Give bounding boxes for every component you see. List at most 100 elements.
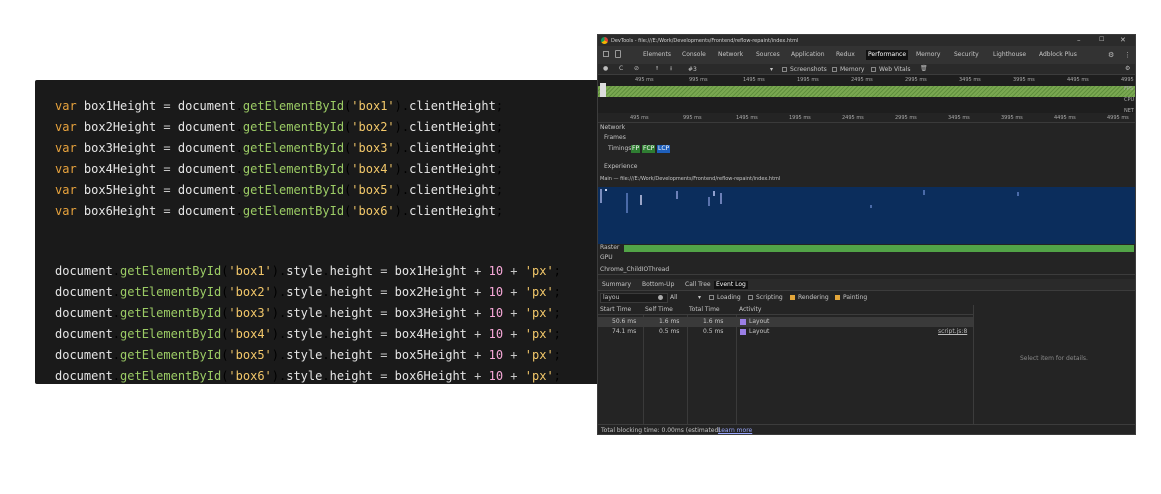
property-token: style [286, 285, 323, 299]
clear-icon[interactable]: ⊘ [634, 65, 639, 73]
timings-track-label[interactable]: Timings [608, 145, 631, 153]
operator-token: = [380, 369, 388, 383]
property-token: clientHeight [409, 204, 496, 218]
maximize-button[interactable]: ☐ [1099, 36, 1104, 44]
flame-event-bar[interactable] [1017, 192, 1019, 196]
more-options-icon[interactable]: ⋮ [1124, 51, 1131, 59]
timeline-overview[interactable]: 495 ms 995 ms 1495 ms 1995 ms 2495 ms 2995 ms… [598, 75, 1135, 114]
code-line: var box3Height = document.getElementById… [55, 141, 504, 155]
filter-all-label: All [670, 294, 678, 301]
experience-track-label[interactable]: Experience [604, 163, 637, 171]
bottom-tab-summary[interactable]: Summary [602, 281, 631, 289]
device-toolbar-icon[interactable] [615, 50, 621, 58]
flame-event-bar[interactable] [626, 193, 628, 213]
object-token: document [177, 162, 236, 176]
record-icon[interactable]: ● [603, 65, 608, 73]
flame-event-bar[interactable] [713, 191, 715, 196]
string-token: 'box6' [351, 204, 395, 218]
source-link[interactable]: script.js:8 [938, 328, 967, 336]
flame-event-bar[interactable] [720, 193, 722, 204]
function-token: getElementById [242, 183, 345, 197]
chevron-down-icon[interactable]: ▾ [770, 66, 773, 74]
radio-all-icon[interactable] [658, 295, 663, 300]
frames-track-label[interactable]: Frames [604, 134, 626, 142]
scripting-checkbox[interactable] [748, 295, 753, 300]
column-header[interactable]: Total Time [689, 306, 720, 314]
network-track-label[interactable]: Network [600, 124, 625, 132]
flame-event-bar[interactable] [600, 189, 602, 203]
tab-lighthouse[interactable]: Lighthouse [993, 51, 1026, 59]
property-token: height [329, 306, 373, 320]
bottom-tab-bottom-up[interactable]: Bottom-Up [642, 281, 674, 289]
raster-track-label[interactable]: Raster [600, 244, 619, 252]
loading-checkbox[interactable] [709, 295, 714, 300]
inspect-element-icon[interactable] [603, 51, 609, 57]
string-token: 'box2' [351, 120, 395, 134]
overview-tick-label: 3995 ms [1013, 77, 1035, 83]
flame-event-bar[interactable] [708, 197, 710, 206]
tab-network[interactable]: Network [718, 51, 743, 59]
code-line: var box1Height = document.getElementById… [55, 99, 504, 113]
lcp-marker[interactable]: LCP [657, 145, 671, 153]
learn-more-link[interactable]: Learn more [718, 427, 752, 434]
string-token: 'px' [524, 285, 554, 299]
flame-event-bar[interactable] [676, 191, 678, 199]
main-thread-label[interactable]: Main — file:///E:/Work/Developments/Fron… [600, 175, 780, 183]
property-token: clientHeight [409, 162, 496, 176]
screenshots-checkbox[interactable] [782, 67, 787, 72]
column-header[interactable]: Start Time [600, 306, 631, 314]
memory-checkbox[interactable] [832, 67, 837, 72]
profile-select[interactable]: #3 [688, 66, 697, 74]
tab-memory[interactable]: Memory [916, 51, 940, 59]
tab-application[interactable]: Application [791, 51, 825, 59]
filter-input[interactable]: layou [603, 294, 619, 302]
bottom-tab-event-log[interactable]: Event Log [714, 281, 748, 289]
string-token: 'box1' [228, 264, 272, 278]
flame-event-bar[interactable] [605, 189, 607, 191]
overview-tick-label: 1495 ms [743, 77, 765, 83]
column-header[interactable]: Self Time [645, 306, 673, 314]
trash-icon[interactable]: 🗑 [920, 65, 928, 73]
tab-sources[interactable]: Sources [756, 51, 780, 59]
painting-checkbox[interactable] [835, 295, 840, 300]
gear-icon[interactable]: ⚙ [1108, 51, 1114, 59]
tab-elements[interactable]: Elements [643, 51, 671, 59]
tab-adblock-plus[interactable]: Adblock Plus [1039, 51, 1077, 59]
minimize-button[interactable]: – [1077, 36, 1081, 44]
child-thread-label[interactable]: Chrome_ChildIOThread [600, 266, 669, 274]
operator-token: + [474, 285, 482, 299]
tab-security[interactable]: Security [954, 51, 979, 59]
operator-token: = [380, 264, 388, 278]
web-vitals-checkbox[interactable] [871, 67, 876, 72]
variable-token: box6Height [394, 369, 467, 383]
function-token: getElementById [242, 120, 345, 134]
fp-marker[interactable]: FP [631, 145, 641, 153]
code-line: document.getElementById('box1').style.he… [55, 264, 561, 278]
bottom-tab-call-tree[interactable]: Call Tree [685, 281, 711, 289]
flame-event-bar[interactable] [870, 205, 872, 208]
object-token: document [55, 327, 113, 341]
download-icon[interactable]: ⭳ [670, 65, 672, 73]
tab-redux[interactable]: Redux [836, 51, 855, 59]
table-row[interactable]: 50.6 ms 1.6 ms 1.6 ms Layout [598, 317, 973, 327]
capture-settings-icon[interactable]: ⚙ [1125, 65, 1130, 73]
fcp-marker[interactable]: FCP [642, 145, 656, 153]
object-token: document [177, 99, 236, 113]
main-thread-flame-chart[interactable] [598, 187, 1135, 244]
tab-performance[interactable]: Performance [866, 50, 909, 60]
gpu-track-label[interactable]: GPU [600, 254, 613, 262]
function-token: getElementById [120, 285, 222, 299]
total-time-cell: 0.5 ms [703, 328, 724, 335]
flame-event-bar[interactable] [640, 195, 642, 205]
chevron-down-icon[interactable]: ▾ [698, 294, 701, 302]
tab-console[interactable]: Console [682, 51, 706, 59]
table-row[interactable]: 74.1 ms 0.5 ms 0.5 ms Layout script.js:8 [598, 327, 973, 337]
upload-icon[interactable]: ⭱ [656, 65, 658, 73]
property-token: height [329, 369, 373, 383]
flame-event-bar[interactable] [923, 190, 925, 195]
rendering-checkbox[interactable] [790, 295, 795, 300]
column-header[interactable]: Activity [739, 306, 761, 314]
close-button[interactable]: ✕ [1120, 36, 1126, 44]
ruler-tick-label: 3495 ms [948, 115, 970, 121]
reload-icon[interactable]: C [619, 65, 623, 73]
